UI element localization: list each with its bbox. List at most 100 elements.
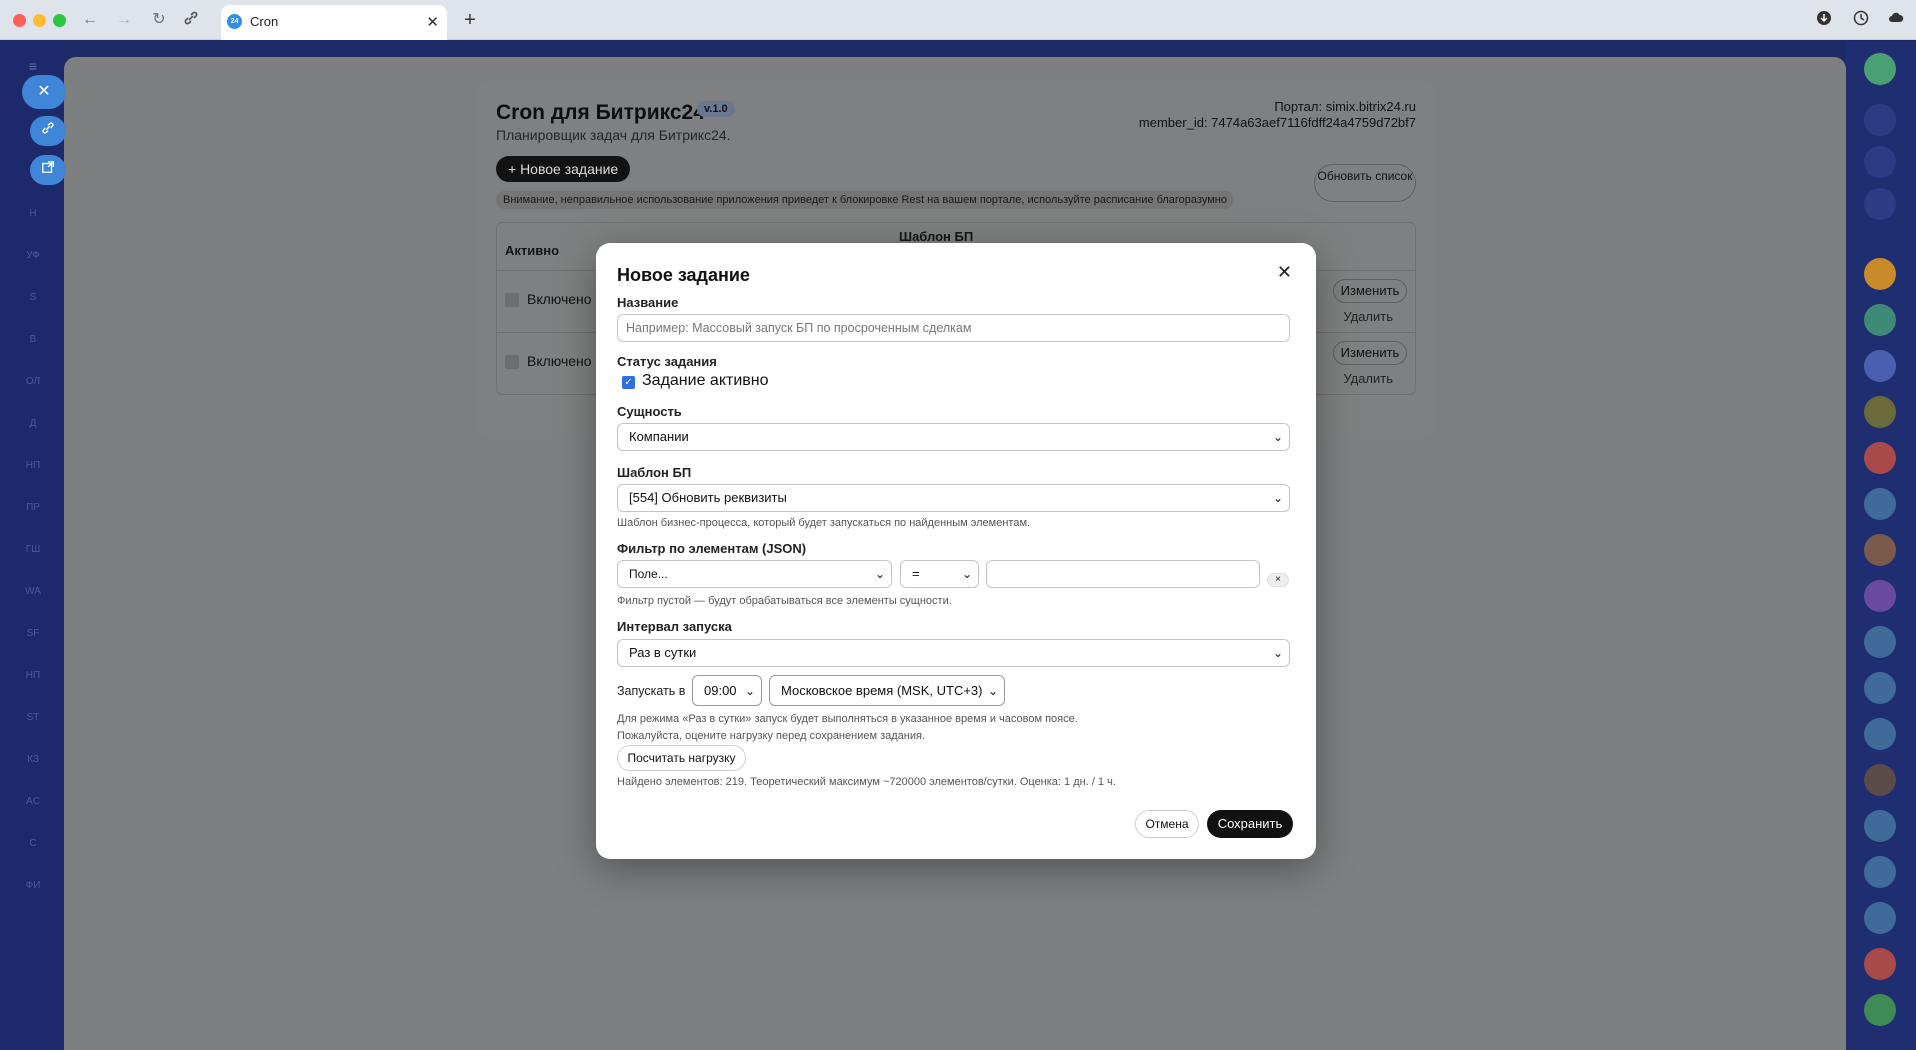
- filter-value-input[interactable]: [986, 560, 1260, 588]
- link-icon[interactable]: [181, 10, 201, 30]
- cancel-button[interactable]: Отмена: [1135, 810, 1199, 838]
- chevron-down-icon: ⌄: [1272, 646, 1283, 660]
- new-tab-icon[interactable]: +: [460, 10, 480, 30]
- rail-item[interactable]: ГШ: [22, 539, 44, 561]
- delete-link[interactable]: Удалить: [1343, 371, 1393, 386]
- chevron-down-icon: ⌄: [1272, 491, 1283, 505]
- timezone-select[interactable]: Московское время (MSK, UTC+3) ⌄: [769, 675, 1005, 706]
- new-task-button[interactable]: + Новое задание: [496, 156, 631, 182]
- avatar[interactable]: [1864, 534, 1896, 566]
- rail-item[interactable]: SF: [22, 623, 44, 645]
- rail-item[interactable]: WA: [22, 581, 44, 603]
- entity-select[interactable]: Компании ⌄: [617, 423, 1290, 451]
- rail-item[interactable]: НП: [22, 665, 44, 687]
- contact-icon[interactable]: [1864, 350, 1896, 382]
- support-icon[interactable]: [1864, 672, 1896, 704]
- avatar[interactable]: [1864, 764, 1896, 796]
- edit-button[interactable]: Изменить: [1333, 279, 1407, 303]
- tab-title: Cron: [250, 14, 279, 29]
- contact-card-icon[interactable]: [1864, 994, 1896, 1026]
- open-new-window-icon[interactable]: [30, 155, 66, 185]
- chat-search-icon[interactable]: [1864, 188, 1896, 220]
- rail-item[interactable]: ФИ: [22, 875, 44, 897]
- calculate-load-button[interactable]: Посчитать нагрузку: [617, 745, 746, 771]
- openline-icon[interactable]: [1864, 580, 1896, 612]
- cloud-icon[interactable]: [1886, 10, 1906, 30]
- run-hint-1: Для режима «Раз в сутки» запуск будет вы…: [617, 713, 1078, 725]
- rail-item[interactable]: УФ: [22, 245, 44, 267]
- app-subtitle: Планировщик задач для Битрикс24.: [496, 127, 731, 143]
- rail-item[interactable]: Н: [22, 203, 44, 225]
- rail-item[interactable]: КЗ: [22, 749, 44, 771]
- filter-hint: Фильтр пустой — будут обрабатываться все…: [617, 595, 952, 607]
- contact-card-icon[interactable]: [1864, 902, 1896, 934]
- minimize-window-button[interactable]: [33, 14, 46, 27]
- notifications-icon[interactable]: [1864, 104, 1896, 136]
- rail-item[interactable]: Д: [22, 413, 44, 435]
- edit-button[interactable]: Изменить: [1333, 341, 1407, 365]
- close-tab-icon[interactable]: ✕: [426, 13, 439, 31]
- save-button[interactable]: Сохранить: [1207, 810, 1293, 838]
- zoom-window-button[interactable]: [53, 14, 66, 27]
- status-label: Включено: [527, 353, 592, 369]
- rail-item[interactable]: S: [22, 287, 44, 309]
- active-checkbox[interactable]: [505, 293, 519, 307]
- chat-icon[interactable]: [1864, 304, 1896, 336]
- chevron-down-icon: ⌄: [961, 567, 972, 581]
- browser-tab[interactable]: 24 Cron ✕: [221, 5, 447, 40]
- new-task-modal: Новое задание ✕ Название Например: Массо…: [596, 243, 1316, 859]
- refresh-list-button[interactable]: Обновить список: [1314, 164, 1416, 202]
- interval-select[interactable]: Раз в сутки ⌄: [617, 639, 1290, 667]
- video-icon[interactable]: [1864, 810, 1896, 842]
- contact-card-icon[interactable]: [1864, 488, 1896, 520]
- close-icon[interactable]: ✕: [1277, 262, 1292, 283]
- close-window-button[interactable]: [13, 14, 26, 27]
- copy-link-icon[interactable]: [30, 116, 66, 146]
- member-id-line: member_id: 7474a63aef7116fdff24a4759d72b…: [1138, 115, 1416, 130]
- remove-filter-button[interactable]: ×: [1267, 573, 1289, 587]
- active-checkbox[interactable]: [505, 355, 519, 369]
- status-label: Включено: [527, 291, 592, 307]
- close-slider-button[interactable]: ✕: [22, 75, 66, 109]
- download-icon[interactable]: [1814, 10, 1834, 30]
- menu-icon[interactable]: ≡: [22, 55, 44, 77]
- entity-value: Компании: [629, 429, 689, 444]
- rail-item[interactable]: ОЛ: [22, 371, 44, 393]
- forward-icon[interactable]: →: [114, 10, 134, 30]
- rail-item[interactable]: В: [22, 329, 44, 351]
- run-time-select[interactable]: 09:00 ⌄: [692, 675, 762, 706]
- task-active-checkbox[interactable]: ✓: [622, 376, 635, 389]
- rail-item[interactable]: AC: [22, 791, 44, 813]
- template-value: [554] Обновить реквизиты: [629, 490, 787, 505]
- 1c-app-icon[interactable]: [1864, 258, 1896, 290]
- activity-icon[interactable]: [1864, 146, 1896, 178]
- contact-card-icon[interactable]: [1864, 718, 1896, 750]
- column-header-active: Активно: [505, 243, 560, 258]
- app-icon[interactable]: [1864, 396, 1896, 428]
- bitrix-favicon-icon: 24: [227, 14, 242, 29]
- contact-card-icon[interactable]: [1864, 442, 1896, 474]
- contact-card-icon[interactable]: [1864, 626, 1896, 658]
- back-icon[interactable]: ←: [80, 10, 100, 30]
- video-icon[interactable]: [1864, 948, 1896, 980]
- reload-icon[interactable]: ↻: [149, 10, 169, 30]
- interval-value: Раз в сутки: [629, 645, 697, 660]
- rail-item[interactable]: ПР: [22, 497, 44, 519]
- rail-item[interactable]: НП: [22, 455, 44, 477]
- filter-operator-select[interactable]: = ⌄: [900, 560, 979, 588]
- history-icon[interactable]: [1851, 10, 1871, 30]
- filter-field-select[interactable]: Поле... ⌄: [617, 560, 892, 588]
- rail-item[interactable]: ST: [22, 707, 44, 729]
- chevron-down-icon: ⌄: [744, 684, 755, 698]
- template-select[interactable]: [554] Обновить реквизиты ⌄: [617, 484, 1290, 512]
- user-avatar[interactable]: [1864, 53, 1896, 85]
- rail-item[interactable]: С: [22, 833, 44, 855]
- run-at-label: Запускать в: [617, 684, 686, 698]
- chevron-down-icon: ⌄: [987, 684, 998, 698]
- left-rail: ≡ Н УФ S В ОЛ Д НП ПР ГШ WA SF НП ST КЗ …: [0, 41, 64, 1050]
- entity-label: Сущность: [617, 404, 682, 419]
- chevron-down-icon: ⌄: [1272, 430, 1283, 444]
- delete-link[interactable]: Удалить: [1343, 309, 1393, 324]
- task-name-input[interactable]: Например: Массовый запуск БП по просроче…: [617, 314, 1290, 342]
- video-icon[interactable]: [1864, 856, 1896, 888]
